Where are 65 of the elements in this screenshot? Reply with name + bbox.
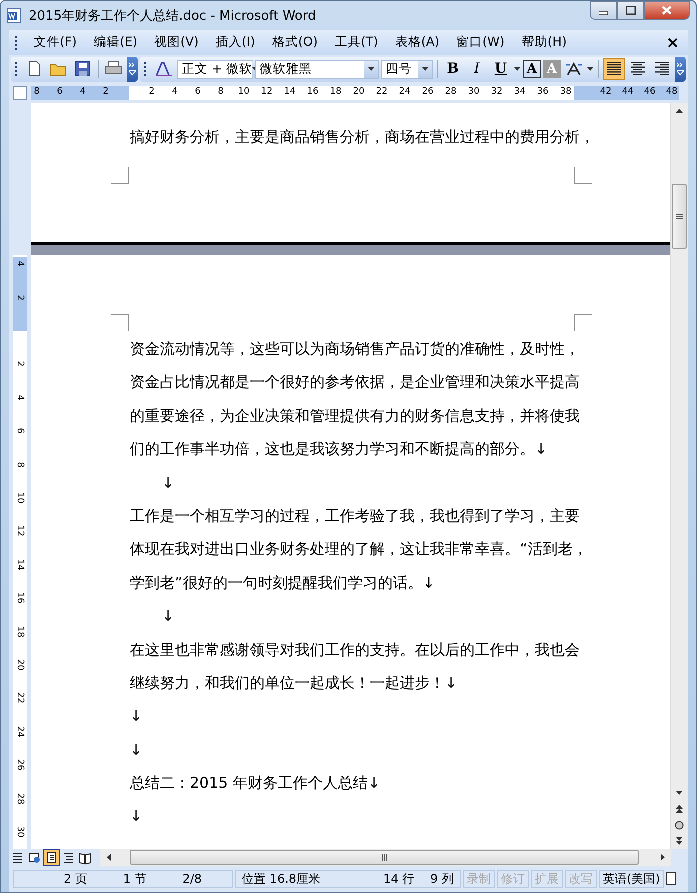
language-indicator[interactable]: 英语(美国) bbox=[599, 870, 664, 888]
margin-corner-mark bbox=[111, 167, 129, 184]
menu-item[interactable]: 帮助(H) bbox=[516, 32, 573, 53]
menu-item[interactable]: 编辑(E) bbox=[88, 32, 144, 53]
menu-item[interactable]: 视图(V) bbox=[148, 32, 205, 53]
view-icon bbox=[62, 850, 75, 864]
italic-button[interactable]: I bbox=[466, 58, 488, 80]
vertical-scrollbar-thumb[interactable] bbox=[672, 184, 687, 249]
maximize-button[interactable] bbox=[617, 1, 644, 20]
paragraph: 总结二：2015 年财务工作个人总结↓ bbox=[130, 773, 381, 794]
margin-corner-mark bbox=[574, 314, 592, 331]
align-icon bbox=[631, 62, 645, 76]
paragraph: ↓ bbox=[130, 706, 143, 728]
margin-corner-mark bbox=[111, 314, 129, 331]
char-border-button[interactable]: A bbox=[523, 60, 541, 78]
menu-item[interactable]: 工具(T) bbox=[328, 32, 384, 53]
column-number: 9 列 bbox=[430, 870, 454, 888]
paragraph: 资金流动情况等，这些可以为商场销售产品订货的准确性，及时性， 资金占比情况都是一个很好的参考依据，是企业管理和决策水平提高 的重要途径，为企业决策和管理提供有力的财务信息支持，并将使我 们的工作事半功倍，这也是我该努力学习和不断提高的部分。↓ bbox=[130, 339, 580, 460]
cursor-position: 位置 16.8厘米 bbox=[242, 870, 321, 888]
paragraph: 搞好财务分析，主要是商品销售分析，商场在营业过程中的费用分析， bbox=[130, 127, 595, 148]
close-document-icon[interactable] bbox=[668, 38, 678, 48]
maximize-icon bbox=[626, 6, 636, 15]
menu-item[interactable]: 插入(I) bbox=[210, 32, 262, 53]
menu-item[interactable]: 格式(O) bbox=[266, 32, 324, 53]
align-icon bbox=[655, 62, 669, 76]
spelling-status-icon[interactable] bbox=[666, 872, 678, 886]
tab-selector[interactable] bbox=[13, 86, 27, 100]
menu-item[interactable]: 窗口(W) bbox=[450, 32, 511, 53]
section-number: 1 节 bbox=[123, 870, 147, 888]
print-view-button[interactable] bbox=[43, 849, 60, 866]
paragraph: ↓ bbox=[130, 740, 143, 761]
page-count: 2 页 bbox=[64, 870, 88, 888]
align-icon bbox=[607, 62, 621, 76]
paragraph: 在这里也非常感谢领导对我们工作的支持。在以后的工作中，我也会 继续努力，和我们的单位一起成长！一起进步！↓ bbox=[130, 640, 580, 694]
dropdown-arrow-icon[interactable] bbox=[587, 67, 594, 71]
page-position: 2/8 bbox=[182, 872, 202, 886]
paragraph: 工作是一个相互学习的过程，工作考验了我，我也得到了学习，主要 体现在我对进出口业务财务处理的了解，这让我非常幸喜。“活到老， 学到老”很好的一句时刻提醒我们学习的话。↓ bbox=[130, 506, 588, 594]
toolbar-overflow-icon[interactable] bbox=[675, 56, 686, 82]
horizontal-scrollbar-thumb[interactable] bbox=[130, 850, 639, 865]
view-icon bbox=[11, 850, 24, 864]
view-icon bbox=[79, 850, 92, 864]
window-title: 2015年财务工作个人总结.doc - Microsoft Word bbox=[29, 8, 318, 24]
view-icon bbox=[28, 850, 41, 864]
paragraph: ↓ bbox=[130, 806, 143, 828]
close-icon bbox=[662, 6, 672, 15]
paragraph: ↓ bbox=[162, 606, 175, 628]
toolbar-overflow-icon[interactable] bbox=[127, 56, 138, 82]
align-left-button[interactable] bbox=[603, 58, 625, 80]
view-icon bbox=[45, 850, 58, 864]
vertical-ruler: 4 2 2 4 6 8 10 12 14 16 18 20 22 24 26 28 30 bbox=[13, 255, 27, 849]
dropdown-arrow-icon[interactable] bbox=[514, 67, 521, 71]
style-dropdown[interactable]: 正文 + 微软 bbox=[177, 60, 253, 78]
margin-corner-mark bbox=[574, 167, 592, 184]
menu-item[interactable]: 表格(A) bbox=[389, 32, 446, 53]
minimize-button[interactable] bbox=[590, 1, 617, 20]
underline-button[interactable]: U bbox=[490, 58, 512, 80]
word-document-icon bbox=[7, 8, 23, 24]
close-button[interactable] bbox=[644, 1, 690, 20]
font-size-dropdown[interactable]: 四号 bbox=[381, 60, 433, 78]
bold-button[interactable]: B bbox=[442, 58, 464, 80]
menu-item[interactable]: 文件(F) bbox=[28, 32, 83, 53]
horizontal-ruler: 8 6 4 2 2 4 6 8 10 12 14 16 18 20 22 24 26 28 30 32 34 36 38 42 44 46 48 bbox=[31, 86, 679, 100]
paragraph: ↓ bbox=[162, 472, 175, 494]
line-number: 14 行 bbox=[383, 870, 415, 888]
font-dropdown[interactable]: 微软雅黑 bbox=[255, 60, 379, 78]
